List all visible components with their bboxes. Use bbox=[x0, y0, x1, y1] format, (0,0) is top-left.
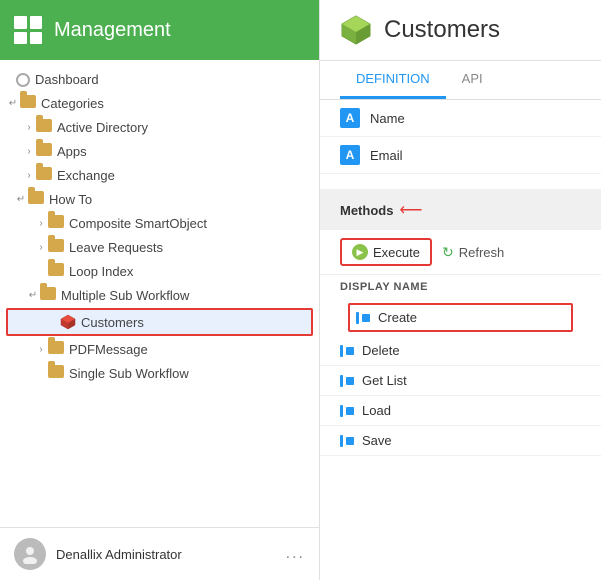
method-name-get-list: Get List bbox=[362, 373, 407, 388]
refresh-label: Refresh bbox=[459, 245, 505, 260]
tab-bar: DEFINITION API bbox=[320, 61, 601, 100]
sidebar-item-label: How To bbox=[49, 192, 92, 207]
sidebar-item-leave-requests[interactable]: › Leave Requests bbox=[0, 235, 319, 259]
chevron-icon: › bbox=[36, 218, 46, 229]
sidebar-item-label: PDFMessage bbox=[69, 342, 148, 357]
method-name-save: Save bbox=[362, 433, 392, 448]
sidebar-item-apps[interactable]: › Apps bbox=[0, 139, 319, 163]
collapse-icon: ↵ bbox=[28, 290, 38, 301]
main-content: A Name A Email Methods ⟵ ▶ Execute ↻ Ref… bbox=[320, 100, 601, 580]
arrow-right-icon: ⟵ bbox=[399, 200, 422, 220]
main-header: Customers bbox=[320, 0, 601, 61]
sidebar-item-label: Dashboard bbox=[35, 72, 99, 87]
collapse-icon: ↵ bbox=[16, 194, 26, 205]
tab-api[interactable]: API bbox=[446, 61, 499, 99]
sidebar-item-label: Customers bbox=[81, 315, 144, 330]
sidebar-item-dashboard[interactable]: Dashboard bbox=[0, 68, 319, 91]
sidebar-item-label: Categories bbox=[41, 96, 104, 111]
execute-button[interactable]: ▶ Execute bbox=[340, 238, 432, 266]
chevron-icon: › bbox=[36, 344, 46, 355]
sidebar-item-composite[interactable]: › Composite SmartObject bbox=[0, 211, 319, 235]
sidebar-item-label: Loop Index bbox=[69, 264, 133, 279]
method-icon-get-list bbox=[340, 375, 354, 387]
method-icon-delete bbox=[340, 345, 354, 357]
execute-label: Execute bbox=[373, 245, 420, 260]
sidebar-item-loop-index[interactable]: › Loop Index bbox=[0, 259, 319, 283]
method-row-wrapper-create: Create bbox=[320, 299, 601, 336]
method-icon-save bbox=[340, 435, 354, 447]
sidebar-item-pdfmessage[interactable]: › PDFMessage bbox=[0, 337, 319, 361]
chevron-icon: › bbox=[24, 146, 34, 157]
play-icon: ▶ bbox=[352, 244, 368, 260]
sidebar-item-label: Active Directory bbox=[57, 120, 148, 135]
main-panel: Customers DEFINITION API A Name A Email … bbox=[320, 0, 601, 580]
method-row-get-list[interactable]: Get List bbox=[320, 366, 601, 396]
field-type-icon-name: A bbox=[340, 108, 360, 128]
folder-icon-exchange bbox=[36, 167, 52, 183]
refresh-icon: ↻ bbox=[442, 244, 454, 261]
folder-icon-ad bbox=[36, 119, 52, 135]
chevron-icon: › bbox=[24, 122, 34, 133]
sidebar-item-label: Multiple Sub Workflow bbox=[61, 288, 189, 303]
sidebar-item-multiple-sub[interactable]: ↵ Multiple Sub Workflow bbox=[0, 283, 319, 307]
sidebar-item-active-directory[interactable]: › Active Directory bbox=[0, 115, 319, 139]
collapse-icon: ↵ bbox=[8, 98, 18, 109]
page-title: Customers bbox=[384, 16, 500, 44]
sidebar-item-label: Leave Requests bbox=[69, 240, 163, 255]
sidebar-item-label: Apps bbox=[57, 144, 87, 159]
method-row-save[interactable]: Save bbox=[320, 426, 601, 456]
chevron-icon: › bbox=[36, 242, 46, 253]
sidebar-footer: Denallix Administrator ... bbox=[0, 527, 319, 580]
folder-icon-composite bbox=[48, 215, 64, 231]
refresh-button[interactable]: ↻ Refresh bbox=[442, 244, 504, 261]
sidebar-tree: Dashboard ↵ Categories › Active Director… bbox=[0, 60, 319, 527]
methods-column-header: DISPLAY NAME bbox=[320, 275, 601, 299]
grid-icon bbox=[14, 16, 42, 44]
folder-icon-categories bbox=[20, 95, 36, 111]
sidebar-item-label: Single Sub Workflow bbox=[69, 366, 189, 381]
sidebar-title: Management bbox=[54, 19, 171, 42]
folder-icon-multisub bbox=[40, 287, 56, 303]
method-row-load[interactable]: Load bbox=[320, 396, 601, 426]
sidebar-item-categories[interactable]: ↵ Categories bbox=[0, 91, 319, 115]
field-row-email: A Email bbox=[320, 137, 601, 174]
field-row-name: A Name bbox=[320, 100, 601, 137]
method-row-delete[interactable]: Delete bbox=[320, 336, 601, 366]
folder-icon-single bbox=[48, 365, 64, 381]
spacer-row bbox=[320, 174, 601, 190]
chevron-icon: › bbox=[24, 170, 34, 181]
method-name-load: Load bbox=[362, 403, 391, 418]
methods-toolbar: ▶ Execute ↻ Refresh bbox=[320, 230, 601, 275]
sidebar-item-exchange[interactable]: › Exchange bbox=[0, 163, 319, 187]
folder-icon-loop bbox=[48, 263, 64, 279]
sidebar: Management Dashboard ↵ Categories › Acti… bbox=[0, 0, 320, 580]
methods-label: Methods bbox=[340, 203, 393, 218]
footer-menu-icon[interactable]: ... bbox=[286, 545, 305, 563]
smartobject-icon bbox=[60, 314, 76, 330]
dashboard-icon bbox=[16, 73, 30, 87]
field-name-email: Email bbox=[370, 148, 403, 163]
method-icon-create bbox=[356, 312, 370, 324]
methods-section-header: Methods ⟵ bbox=[320, 190, 601, 230]
footer-username: Denallix Administrator bbox=[56, 547, 276, 562]
folder-icon-howto bbox=[28, 191, 44, 207]
folder-icon-leave bbox=[48, 239, 64, 255]
method-name-create: Create bbox=[378, 310, 417, 325]
sidebar-item-label: Exchange bbox=[57, 168, 115, 183]
sidebar-header: Management bbox=[0, 0, 319, 60]
sidebar-item-customers[interactable]: Customers bbox=[6, 308, 313, 336]
sidebar-item-how-to[interactable]: ↵ How To bbox=[0, 187, 319, 211]
field-type-icon-email: A bbox=[340, 145, 360, 165]
method-icon-load bbox=[340, 405, 354, 417]
customers-icon bbox=[340, 14, 372, 46]
method-row-create[interactable]: Create bbox=[348, 303, 573, 332]
field-name-name: Name bbox=[370, 111, 405, 126]
tab-definition[interactable]: DEFINITION bbox=[340, 61, 446, 99]
method-name-delete: Delete bbox=[362, 343, 400, 358]
sidebar-item-single-sub[interactable]: › Single Sub Workflow bbox=[0, 361, 319, 385]
folder-icon-apps bbox=[36, 143, 52, 159]
sidebar-item-label: Composite SmartObject bbox=[69, 216, 207, 231]
avatar bbox=[14, 538, 46, 570]
folder-icon-pdf bbox=[48, 341, 64, 357]
